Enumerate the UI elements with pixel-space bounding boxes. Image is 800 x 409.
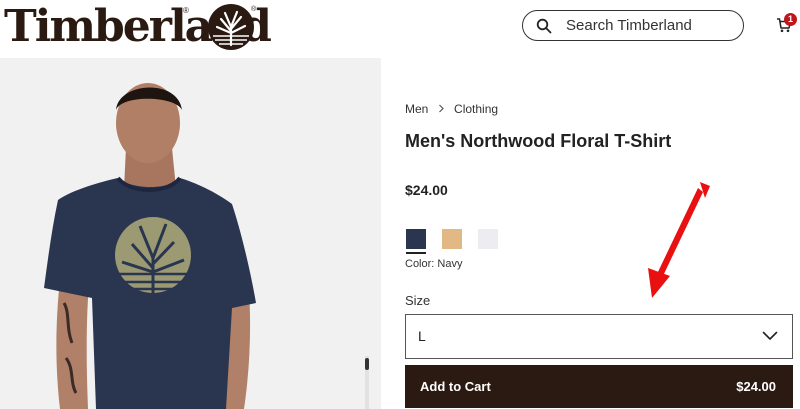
site-header: Timberland ® ® Search Timberland 1: [0, 0, 800, 58]
color-swatch-tan[interactable]: [442, 229, 462, 249]
color-label: Color: Navy: [405, 258, 463, 270]
add-to-cart-button[interactable]: Add to Cart $24.00: [405, 365, 793, 408]
chevron-down-icon[interactable]: [762, 330, 778, 342]
color-swatch-white[interactable]: [478, 229, 498, 249]
tree-registered-mark: ®: [251, 6, 257, 13]
logo-registered-mark: ®: [183, 6, 189, 15]
search-input[interactable]: Search Timberland: [522, 10, 744, 41]
add-to-cart-label[interactable]: Add to Cart: [420, 365, 491, 408]
size-label: Size: [405, 293, 431, 308]
selected-swatch-indicator: [406, 252, 426, 254]
breadcrumb-men[interactable]: Men: [405, 101, 428, 117]
add-to-cart-price[interactable]: $24.00: [736, 365, 776, 408]
product-title: Men's Northwood Floral T-Shirt: [405, 131, 672, 151]
search-icon[interactable]: [536, 18, 552, 34]
tree-logo-icon[interactable]: [207, 3, 255, 51]
image-scroll-thumb[interactable]: [365, 358, 369, 370]
annotation-arrow-icon: [648, 182, 710, 298]
chevron-right-icon: [438, 101, 445, 117]
product-image[interactable]: [0, 58, 381, 409]
product-price: $24.00: [405, 182, 448, 198]
size-selected-value[interactable]: L: [418, 315, 426, 358]
breadcrumb: Men Clothing: [405, 101, 498, 117]
color-swatch-navy[interactable]: [406, 229, 426, 249]
size-select[interactable]: L: [405, 314, 793, 359]
cart-button[interactable]: 1: [776, 13, 800, 37]
model-photo: [44, 83, 256, 409]
breadcrumb-clothing[interactable]: Clothing: [454, 101, 498, 117]
cart-count-badge: 1: [784, 13, 797, 26]
search-placeholder[interactable]: Search Timberland: [566, 11, 692, 40]
